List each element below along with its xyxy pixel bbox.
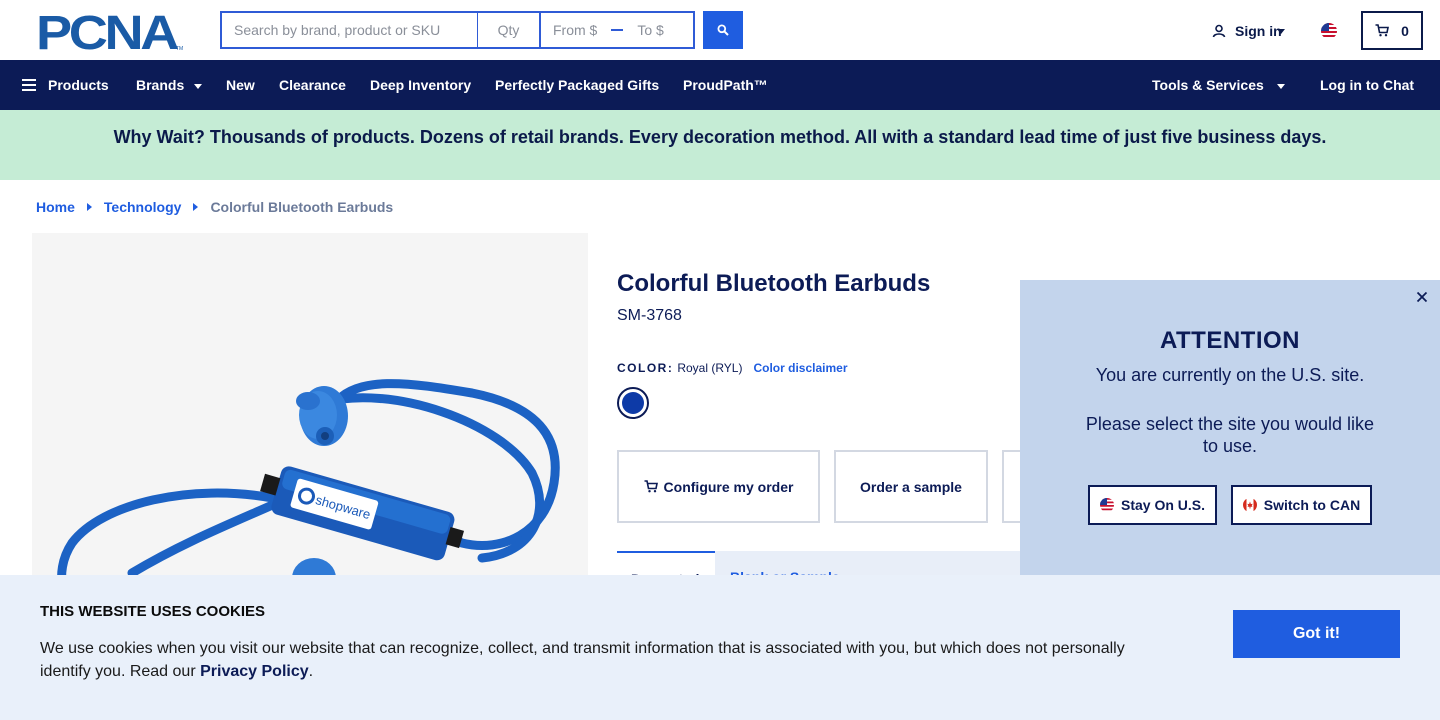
- canada-flag-icon: [1242, 498, 1257, 512]
- qty-input[interactable]: Qty: [478, 11, 540, 49]
- nav-deep-inventory[interactable]: Deep Inventory: [370, 77, 471, 93]
- stay-us-button[interactable]: Stay On U.S.: [1088, 485, 1217, 525]
- nav-tools-label: Tools & Services: [1152, 77, 1264, 93]
- cookie-period: .: [308, 663, 314, 680]
- switch-can-button[interactable]: Switch to CAN: [1231, 485, 1372, 525]
- us-flag-icon[interactable]: [1321, 23, 1337, 39]
- svg-text:TM: TM: [176, 46, 183, 50]
- color-disclaimer-link[interactable]: Color disclaimer: [753, 361, 847, 375]
- color-swatch-royal[interactable]: [617, 387, 649, 419]
- breadcrumb: Home Technology Colorful Bluetooth Earbu…: [36, 199, 393, 215]
- cart-icon: [644, 480, 658, 493]
- sign-in-label: Sign in: [1235, 23, 1282, 39]
- pcna-logo[interactable]: PCNA TM: [36, 12, 184, 50]
- breadcrumb-current: Colorful Bluetooth Earbuds: [210, 199, 394, 215]
- nav-new-label: New: [226, 77, 255, 93]
- chevron-down-icon: [1276, 83, 1285, 89]
- switch-can-label: Switch to CAN: [1263, 497, 1361, 513]
- cookie-banner: THIS WEBSITE USES COOKIES We use cookies…: [0, 575, 1440, 720]
- price-dash: [611, 29, 624, 31]
- stay-us-label: Stay On U.S.: [1120, 497, 1206, 513]
- nav-chat[interactable]: Log in to Chat: [1320, 77, 1414, 93]
- popup-message: You are currently on the U.S. site.: [1095, 365, 1365, 385]
- cart-icon: [1375, 24, 1390, 37]
- chevron-right-icon: [193, 203, 199, 211]
- nav-brands[interactable]: Brands: [136, 77, 203, 93]
- cookie-message: We use cookies when you visit our websit…: [40, 637, 1150, 683]
- chevron-down-icon[interactable]: [1277, 29, 1285, 34]
- price-to-input[interactable]: To $: [637, 22, 663, 38]
- color-row: COLOR: Royal (RYL) Color disclaimer: [617, 361, 848, 375]
- promo-banner: Why Wait? Thousands of products. Dozens …: [0, 110, 1440, 180]
- breadcrumb-home[interactable]: Home: [36, 199, 75, 215]
- product-sku: SM-3768: [617, 307, 682, 324]
- nav-products-label: Products: [48, 77, 109, 93]
- nav-proudpath-label: ProudPath™: [683, 77, 768, 93]
- nav-deep-inventory-label: Deep Inventory: [370, 77, 472, 93]
- search-input[interactable]: Search by brand, product or SKU: [220, 11, 478, 49]
- search-icon: [717, 24, 729, 36]
- nav-new[interactable]: New: [226, 77, 255, 93]
- nav-proudpath[interactable]: ProudPath™: [683, 77, 768, 93]
- nav-brands-label: Brands: [136, 77, 185, 93]
- cookie-title: THIS WEBSITE USES COOKIES: [40, 603, 266, 620]
- nav-products[interactable]: Products: [22, 77, 109, 93]
- close-icon[interactable]: [1415, 290, 1429, 304]
- menu-icon: [22, 79, 36, 91]
- color-label: COLOR:: [617, 361, 674, 375]
- product-title: Colorful Bluetooth Earbuds: [617, 270, 931, 297]
- sign-in-link[interactable]: Sign in: [1212, 23, 1282, 39]
- order-sample-button[interactable]: Order a sample: [834, 450, 988, 523]
- price-range: From $ To $: [540, 11, 695, 49]
- search-bar: Search by brand, product or SKU Qty From…: [220, 11, 695, 49]
- site-header: PCNA TM Search by brand, product or SKU …: [0, 0, 1440, 60]
- color-value: Royal (RYL): [677, 361, 743, 375]
- configure-order-button[interactable]: Configure my order: [617, 450, 820, 523]
- nav-gifts[interactable]: Perfectly Packaged Gifts: [495, 77, 659, 93]
- cookie-accept-button[interactable]: Got it!: [1233, 610, 1400, 658]
- cart-button[interactable]: 0: [1361, 11, 1423, 50]
- swatch-fill: [622, 392, 644, 414]
- popup-instruction: Please select the site you would like to…: [1085, 414, 1375, 456]
- nav-tools[interactable]: Tools & Services: [1152, 77, 1285, 93]
- order-sample-label: Order a sample: [860, 478, 962, 495]
- price-from-input[interactable]: From $: [553, 22, 597, 38]
- chevron-down-icon: [194, 83, 203, 89]
- chevron-right-icon: [86, 203, 92, 211]
- privacy-policy-link[interactable]: Privacy Policy: [200, 663, 309, 680]
- nav-clearance-label: Clearance: [279, 77, 346, 93]
- nav-chat-label: Log in to Chat: [1320, 77, 1415, 93]
- search-button[interactable]: [703, 11, 743, 49]
- breadcrumb-technology[interactable]: Technology: [104, 199, 182, 215]
- nav-clearance[interactable]: Clearance: [279, 77, 346, 93]
- us-flag-icon: [1099, 498, 1114, 512]
- site-selector-popup: ATTENTION You are currently on the U.S. …: [1020, 280, 1440, 580]
- configure-order-label: Configure my order: [663, 478, 794, 495]
- user-icon: [1212, 24, 1226, 38]
- promo-text: Why Wait? Thousands of products. Dozens …: [113, 127, 1327, 147]
- cookie-accept-label: Got it!: [1292, 625, 1341, 642]
- main-nav: Products Brands New Clearance Deep Inven…: [0, 60, 1440, 110]
- cart-count: 0: [1401, 22, 1409, 39]
- nav-gifts-label: Perfectly Packaged Gifts: [495, 77, 660, 93]
- popup-title: ATTENTION: [1159, 327, 1301, 354]
- svg-text:PCNA: PCNA: [36, 12, 179, 50]
